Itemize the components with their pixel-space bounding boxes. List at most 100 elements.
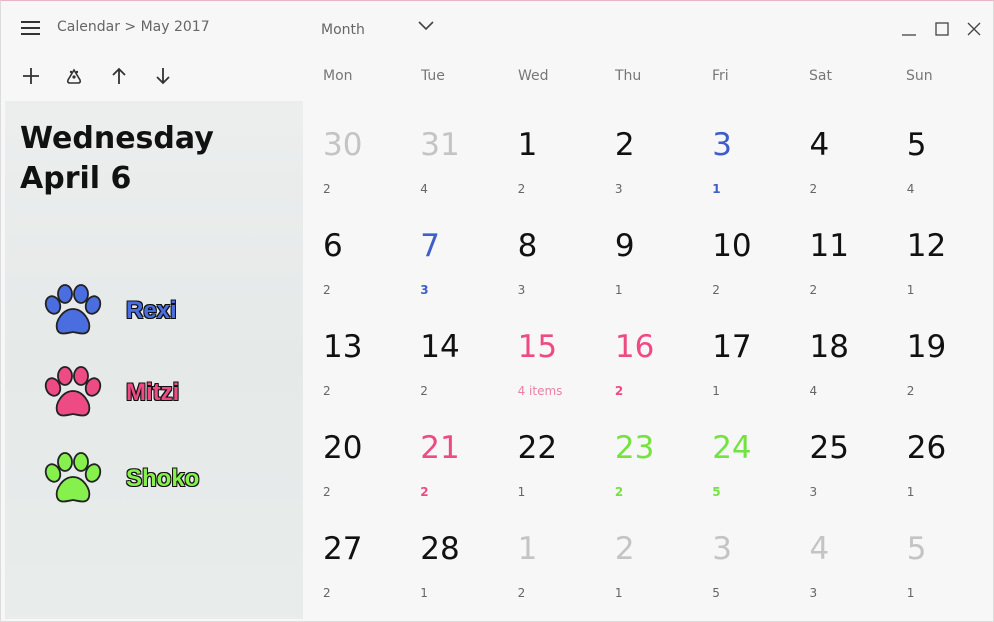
view-mode-label: Month	[321, 22, 365, 38]
day-number: 24	[712, 430, 752, 466]
day-cell[interactable]: 35	[694, 507, 791, 608]
close-icon[interactable]	[962, 17, 986, 41]
day-cell[interactable]: 91	[597, 204, 694, 305]
day-cell[interactable]: 21 2	[402, 406, 499, 507]
day-number: 16	[614, 329, 655, 365]
day-cell[interactable]: 31 4	[402, 103, 499, 204]
day-number: 1	[517, 127, 538, 163]
pet-item-rexi[interactable]: Rexi	[41, 283, 281, 339]
day-cell[interactable]: 43	[792, 507, 889, 608]
day-cell[interactable]: 21	[597, 507, 694, 608]
day-cell[interactable]: 16 2	[597, 305, 694, 406]
hamburger-menu-icon[interactable]	[21, 21, 40, 35]
day-number: 4	[809, 531, 830, 567]
event-count: 1	[906, 283, 915, 297]
weekday-sun: Sun	[906, 68, 933, 84]
day-cell[interactable]: 11 2	[792, 204, 889, 305]
day-cell[interactable]: 23 2	[597, 406, 694, 507]
event-count: 2	[517, 182, 526, 196]
maximize-icon[interactable]	[930, 17, 954, 41]
day-cell[interactable]: 83	[500, 204, 597, 305]
day-cell[interactable]: 10 2	[694, 204, 791, 305]
event-count: 1	[420, 586, 428, 600]
event-count: 2	[517, 586, 526, 600]
day-cell[interactable]: 14 2	[402, 305, 499, 406]
event-count: 1	[517, 485, 526, 499]
minimize-icon[interactable]	[897, 17, 921, 41]
title-bar: Calendar > May 2017 Month	[1, 1, 994, 57]
day-cell[interactable]: 30 2	[305, 103, 402, 204]
view-mode-dropdown[interactable]: Month	[321, 19, 441, 39]
day-cell[interactable]: 20 2	[305, 406, 402, 507]
event-count: 3	[809, 485, 818, 499]
day-number: 19	[906, 329, 947, 365]
event-count: 2	[420, 485, 429, 499]
event-count: 1	[906, 485, 915, 499]
paw-icon	[44, 366, 102, 417]
day-number: 22	[517, 430, 558, 466]
calendar-window: Calendar > May 2017 Month Mon Tue Wed Th…	[0, 0, 994, 622]
pet-name: Mitzi	[125, 379, 180, 407]
day-number: 17	[712, 329, 752, 365]
event-count: 2	[420, 384, 428, 398]
day-cell[interactable]: 22 1	[500, 406, 597, 507]
day-cell[interactable]: 73	[402, 204, 499, 305]
event-count: 2	[712, 283, 720, 297]
day-cell[interactable]: 15 4 items	[500, 305, 597, 406]
arrow-down-icon[interactable]	[152, 65, 174, 87]
day-number: 3	[712, 127, 732, 163]
day-number: 10	[712, 228, 752, 264]
day-cell[interactable]: 42	[792, 103, 889, 204]
paw-icon[interactable]	[63, 65, 85, 87]
day-cell[interactable]: 12 1	[889, 204, 986, 305]
day-cell[interactable]: 25 3	[792, 406, 889, 507]
pet-name: Shoko	[125, 465, 200, 493]
pet-item-shoko[interactable]: Shoko	[41, 451, 281, 507]
event-count: 5	[712, 586, 720, 600]
chevron-down-icon	[417, 17, 435, 39]
day-cell[interactable]: 12	[500, 103, 597, 204]
day-number: 2	[614, 127, 635, 163]
day-cell[interactable]: 24 5	[694, 406, 791, 507]
day-number: 2	[614, 531, 635, 567]
event-count: 2	[906, 384, 915, 398]
event-count: 2	[323, 182, 331, 196]
day-cell[interactable]: 62	[305, 204, 402, 305]
event-count: 2	[614, 384, 624, 398]
day-cell[interactable]: 28 1	[402, 507, 499, 608]
event-count: 1	[614, 586, 623, 600]
day-cell[interactable]: 51	[889, 507, 986, 608]
day-cell[interactable]: 26 1	[889, 406, 986, 507]
day-cell[interactable]: 12	[500, 507, 597, 608]
day-number: 4	[809, 127, 830, 163]
day-cell[interactable]: 13 2	[305, 305, 402, 406]
event-count: 1	[906, 586, 915, 600]
selected-date: April 6	[20, 161, 132, 196]
weekday-fri: Fri	[712, 68, 729, 84]
day-number: 8	[517, 228, 538, 264]
event-count: 4	[906, 182, 915, 196]
day-number: 14	[420, 329, 460, 365]
day-number: 18	[809, 329, 849, 365]
day-cell[interactable]: 54	[889, 103, 986, 204]
paw-icon	[44, 452, 102, 503]
event-count: 2	[323, 283, 331, 297]
day-cell[interactable]: 31	[694, 103, 791, 204]
event-count: 3	[809, 586, 818, 600]
pet-item-mitzi[interactable]: Mitzi	[41, 365, 281, 421]
day-cell[interactable]: 27 2	[305, 507, 402, 608]
day-number: 1	[517, 531, 538, 567]
breadcrumb[interactable]: Calendar > May 2017	[57, 19, 210, 35]
arrow-up-icon[interactable]	[108, 65, 130, 87]
event-count: 3	[420, 283, 429, 297]
day-cell[interactable]: 17 1	[694, 305, 791, 406]
event-count: 2	[323, 586, 331, 600]
weekday-tue: Tue	[421, 68, 445, 84]
day-number: 21	[420, 430, 460, 466]
plus-icon[interactable]	[20, 65, 42, 87]
day-cell[interactable]: 19 2	[889, 305, 986, 406]
selected-date-heading: Wednesday April 6	[20, 119, 214, 199]
event-count: 1	[712, 384, 720, 398]
day-cell[interactable]: 18 4	[792, 305, 889, 406]
day-cell[interactable]: 23	[597, 103, 694, 204]
